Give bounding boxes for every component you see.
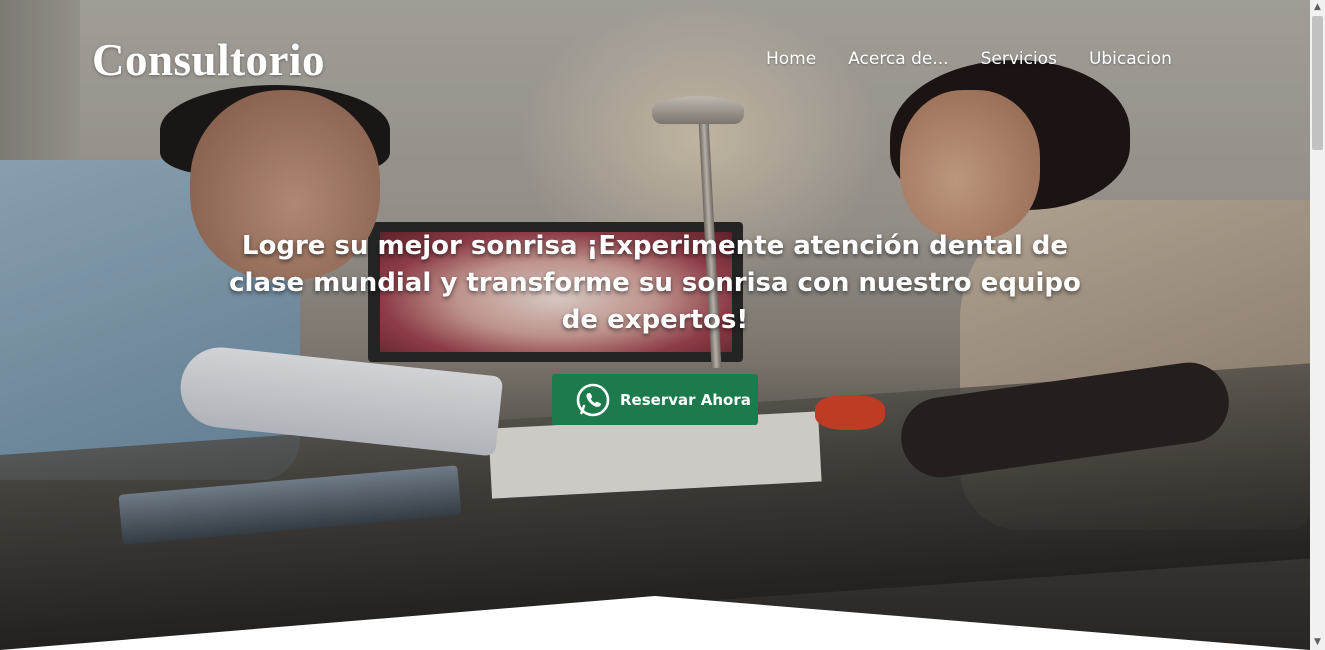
reservar-button-label: Reservar Ahora	[620, 390, 751, 409]
scroll-up-icon[interactable]: ▲	[1310, 0, 1325, 15]
nav-item-ubicacion[interactable]: Ubicacion	[1089, 49, 1172, 69]
whatsapp-icon	[576, 383, 610, 416]
scrollbar-thumb[interactable]	[1312, 16, 1323, 150]
nav-item-servicios[interactable]: Servicios	[981, 49, 1057, 69]
nav-item-acerca[interactable]: Acerca de...	[848, 49, 948, 69]
brand-logo[interactable]: Consultorio	[92, 34, 325, 86]
scroll-down-icon[interactable]: ▼	[1310, 635, 1325, 650]
reservar-button[interactable]: Reservar Ahora	[552, 374, 758, 425]
vertical-scrollbar[interactable]: ▲ ▼	[1310, 0, 1325, 650]
nav-item-home[interactable]: Home	[766, 49, 816, 69]
hero-headline: Logre su mejor sonrisa ¡Experimente aten…	[229, 231, 1081, 335]
main-nav: Home Acerca de... Servicios Ubicacion	[766, 49, 1172, 69]
